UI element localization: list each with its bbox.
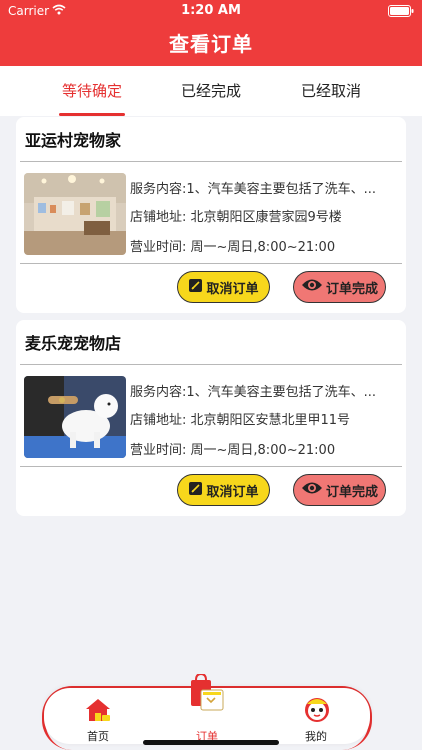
shop-address: 店铺地址: 北京朝阳区康营家园9号楼 — [130, 210, 342, 225]
eye-icon — [301, 480, 323, 500]
tab-cancelled-label: 已经取消 — [300, 82, 361, 100]
complete-order-button[interactable]: 订单完成 — [293, 271, 386, 303]
app-header: Carrier 1:20 AM 查看订单 — [0, 0, 422, 66]
home-icon — [84, 696, 112, 728]
tabbar-home-label: 首页 — [87, 730, 109, 743]
tab-pending-label: 等待确定 — [61, 82, 122, 100]
edit-icon — [188, 278, 203, 297]
tab-completed[interactable]: 已经完成 — [167, 66, 255, 116]
cancel-order-label: 取消订单 — [206, 281, 259, 297]
shop-photo — [24, 173, 126, 255]
business-hours: 营业时间: 周一~周日,8:00~21:00 — [130, 240, 336, 255]
tabbar-home[interactable]: 首页 — [58, 688, 138, 744]
shop-address: 店铺地址: 北京朝阳区安慧北里甲11号 — [130, 413, 351, 428]
divider — [20, 161, 402, 162]
order-card: 亚运村宠物家 服务内容:1、汽车美容主要包括了洗车、... 店铺地址: 北京朝阳… — [16, 117, 406, 313]
shop-name: 麦乐宠宠物店 — [25, 334, 122, 353]
tabbar-profile[interactable]: 我的 — [276, 688, 356, 744]
order-status-tabs: 等待确定 已经完成 已经取消 — [0, 66, 422, 116]
edit-icon — [188, 481, 203, 500]
divider — [20, 364, 402, 365]
home-indicator — [143, 740, 279, 745]
shop-name: 亚运村宠物家 — [25, 131, 122, 150]
bottom-tab-bar: 首页 订单 我的 — [44, 672, 370, 744]
business-hours: 营业时间: 周一~周日,8:00~21:00 — [130, 443, 336, 458]
service-description: 服务内容:1、汽车美容主要包括了洗车、... — [130, 385, 377, 400]
page-title: 查看订单 — [169, 32, 253, 56]
shop-photo — [24, 376, 126, 458]
complete-order-label: 订单完成 — [325, 484, 378, 500]
status-bar: Carrier 1:20 AM — [0, 0, 422, 22]
divider — [20, 263, 402, 264]
service-description: 服务内容:1、汽车美容主要包括了洗车、... — [130, 182, 377, 197]
tab-completed-label: 已经完成 — [180, 82, 241, 100]
cancel-order-label: 取消订单 — [206, 484, 259, 500]
tabbar-orders[interactable]: 订单 — [167, 672, 247, 744]
eye-icon — [301, 277, 323, 297]
tabbar-profile-label: 我的 — [305, 730, 327, 743]
cancel-order-button[interactable]: 取消订单 — [177, 474, 270, 506]
order-bag-icon — [187, 672, 227, 718]
tab-cancelled[interactable]: 已经取消 — [287, 66, 375, 116]
tab-pending[interactable]: 等待确定 — [48, 66, 136, 116]
battery-icon — [388, 5, 414, 20]
complete-order-button[interactable]: 订单完成 — [293, 474, 386, 506]
order-card: 麦乐宠宠物店 服务内容:1、汽车美容主要包括了洗车、... 店铺地址: 北京朝阳… — [16, 320, 406, 516]
profile-mascot-icon — [302, 694, 332, 728]
divider — [20, 466, 402, 467]
complete-order-label: 订单完成 — [325, 281, 378, 297]
cancel-order-button[interactable]: 取消订单 — [177, 271, 270, 303]
status-time: 1:20 AM — [181, 3, 241, 18]
active-tab-indicator — [59, 113, 125, 116]
